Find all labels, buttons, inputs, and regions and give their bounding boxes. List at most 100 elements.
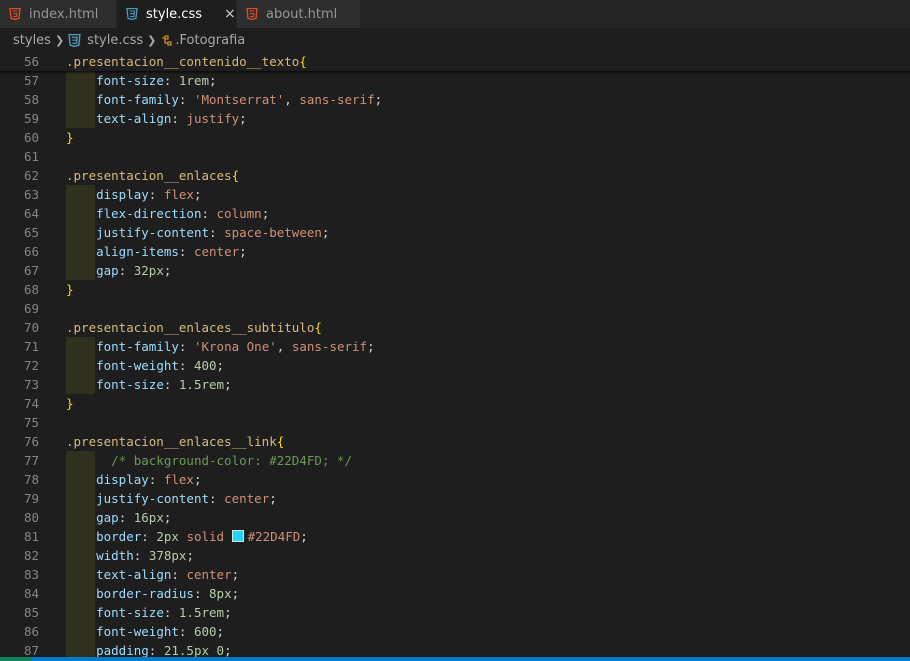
remote-indicator[interactable]	[0, 657, 32, 661]
line-number: 59	[23, 111, 39, 126]
code-line[interactable]: 61	[0, 147, 910, 166]
code-line[interactable]: 80 gap: 16px;	[0, 508, 910, 527]
code-token: ,	[284, 92, 300, 107]
code-text: padding: 21.5px 0;	[66, 641, 232, 657]
code-token: 2px	[156, 529, 179, 544]
code-line[interactable]: 71 font-family: 'Krona One', sans-serif;	[0, 337, 910, 356]
code-line[interactable]: 56 .presentacion__contenido__texto{	[0, 52, 910, 71]
code-line[interactable]: 83 text-align: center;	[0, 565, 910, 584]
code-line[interactable]: 78 display: flex;	[0, 470, 910, 489]
line-number: 74	[23, 396, 39, 411]
code-token: :	[201, 206, 217, 221]
code-token: 378px	[148, 548, 187, 563]
status-bar	[0, 657, 910, 661]
code-token: flex	[163, 472, 194, 487]
line-number: 82	[23, 548, 39, 563]
code-token: 1rem	[178, 73, 210, 88]
code-line[interactable]: 67 gap: 32px;	[0, 261, 910, 280]
code-line[interactable]: 87 padding: 21.5px 0;	[0, 641, 910, 657]
code-line[interactable]: 75	[0, 413, 910, 432]
code-line[interactable]: 84 border-radius: 8px;	[0, 584, 910, 603]
code-token: font-weight	[96, 358, 179, 373]
code-line[interactable]: 73 font-size: 1.5rem;	[0, 375, 910, 394]
code-line[interactable]: 74}	[0, 394, 910, 413]
close-tab-icon[interactable]: ×	[224, 6, 236, 22]
code-line[interactable]: 79 justify-content: center;	[0, 489, 910, 508]
code-token: flex-direction	[96, 206, 202, 221]
code-token: }	[66, 282, 74, 297]
code-token: center	[186, 567, 232, 582]
code-line[interactable]: 81 border: 2px solid #22D4FD;	[0, 527, 910, 546]
code-line[interactable]: 68}	[0, 280, 910, 299]
code-token: ,	[276, 339, 292, 354]
code-text: font-family: 'Krona One', sans-serif;	[66, 337, 375, 356]
code-line[interactable]: 77 /* background-color: #22D4FD; */	[0, 451, 910, 470]
code-token: #22D4FD	[247, 529, 301, 544]
code-token: 21.5px	[163, 643, 210, 657]
code-token: border	[96, 529, 142, 544]
code-line[interactable]: 82 width: 378px;	[0, 546, 910, 565]
code-text: border-radius: 8px;	[66, 584, 239, 603]
code-token: .presentacion__enlaces	[66, 168, 232, 183]
tab-label: index.html	[29, 6, 99, 22]
code-token: {	[276, 434, 285, 449]
breadcrumb-symbol[interactable]: .Fotografia	[175, 33, 245, 48]
chevron-right-icon: ❯	[54, 33, 65, 47]
line-number: 71	[23, 339, 39, 354]
code-text: gap: 16px;	[66, 508, 171, 527]
code-line[interactable]: 60}	[0, 128, 910, 147]
code-text: .presentacion__enlaces{	[66, 166, 239, 185]
code-line[interactable]: 59 text-align: justify;	[0, 109, 910, 128]
code-line[interactable]: 64 flex-direction: column;	[0, 204, 910, 223]
line-number: 60	[23, 130, 39, 145]
line-number: 83	[23, 567, 39, 582]
breadcrumb-folder[interactable]: styles	[13, 33, 51, 48]
html5-file-icon	[246, 8, 258, 20]
line-number: 68	[23, 282, 39, 297]
code-line[interactable]: 76 .presentacion__enlaces__link{	[0, 432, 910, 451]
code-line[interactable]: 66 align-items: center;	[0, 242, 910, 261]
code-token: :	[178, 624, 194, 639]
code-line[interactable]: 63 display: flex;	[0, 185, 910, 204]
code-token: ;	[224, 605, 232, 620]
code-line[interactable]: 65 justify-content: space-between;	[0, 223, 910, 242]
code-line[interactable]: 69	[0, 299, 910, 318]
tab-style-css[interactable]: style.css ×	[117, 0, 237, 28]
code-token: sans-serif	[299, 92, 375, 107]
line-number: 66	[23, 244, 39, 259]
code-line[interactable]: 58 font-family: 'Montserrat', sans-serif…	[0, 90, 910, 109]
code-token: solid	[186, 529, 225, 544]
code-text: font-weight: 600;	[66, 622, 224, 641]
code-token: space-between	[224, 225, 322, 240]
sticky-scroll-shadow	[0, 71, 910, 74]
line-number: 67	[23, 263, 39, 278]
code-text: font-weight: 400;	[66, 356, 224, 375]
tab-index-html[interactable]: index.html	[0, 0, 117, 28]
tab-about-html[interactable]: about.html	[237, 0, 361, 28]
line-number: 58	[23, 92, 39, 107]
code-token: ;	[300, 529, 308, 544]
color-swatch[interactable]	[231, 530, 244, 542]
code-line[interactable]: 86 font-weight: 600;	[0, 622, 910, 641]
code-token: :	[141, 529, 157, 544]
code-token: .presentacion__enlaces__link	[66, 434, 277, 449]
code-line[interactable]: 70 .presentacion__enlaces__subtitulo{	[0, 318, 910, 337]
code-token: :	[178, 92, 194, 107]
code-text: font-size: 1.5rem;	[66, 603, 232, 622]
code-line[interactable]: 72 font-weight: 400;	[0, 356, 910, 375]
line-number: 61	[23, 149, 39, 164]
html5-file-icon	[9, 8, 21, 20]
code-token: :	[133, 548, 149, 563]
breadcrumb-file[interactable]: style.css	[87, 33, 143, 48]
code-line[interactable]: 62 .presentacion__enlaces{	[0, 166, 910, 185]
code-editor[interactable]: 56 .presentacion__contenido__texto{57 fon…	[0, 52, 910, 657]
tab-label: about.html	[266, 6, 338, 22]
code-line[interactable]: 85 font-size: 1.5rem;	[0, 603, 910, 622]
code-token: display	[96, 472, 149, 487]
